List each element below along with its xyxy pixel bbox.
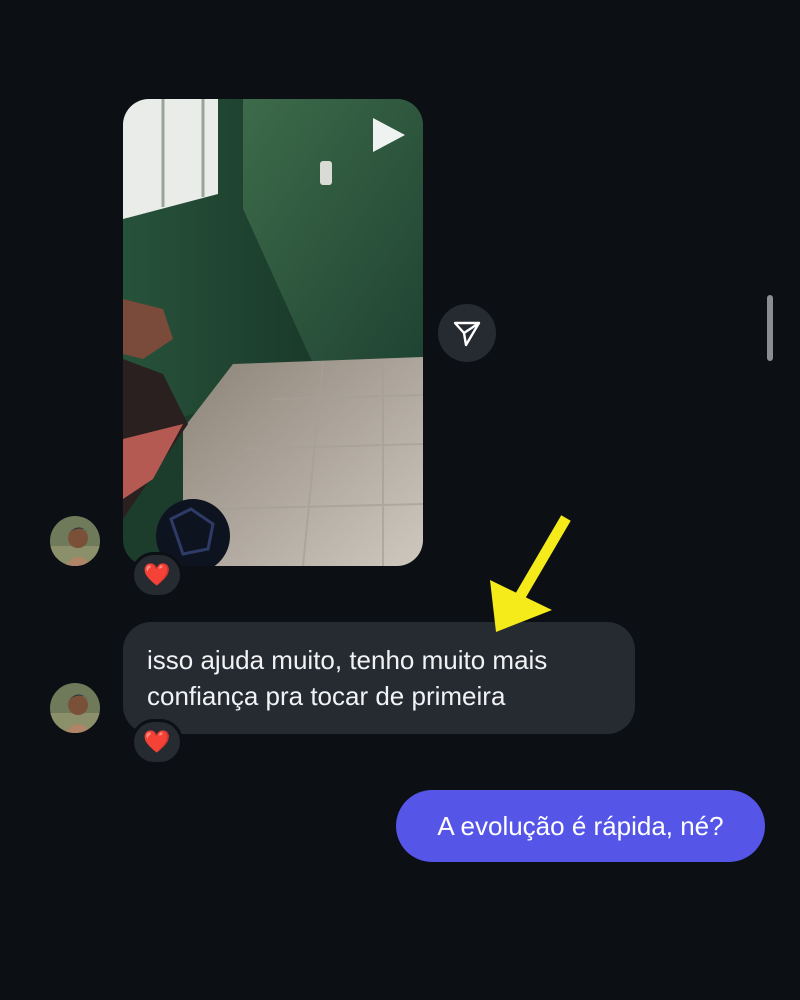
message-text-line-1: isso ajuda muito, tenho muito mais <box>147 645 548 675</box>
outgoing-message-bubble[interactable]: A evolução é rápida, né? <box>396 790 765 862</box>
heart-reaction[interactable]: ❤️ <box>131 552 183 598</box>
message-text: A evolução é rápida, né? <box>437 811 724 841</box>
avatar[interactable] <box>50 516 100 566</box>
profile-photo <box>50 683 100 733</box>
message-text-line-2: confiança pra tocar de primeira <box>147 681 506 711</box>
heart-icon: ❤️ <box>143 729 171 754</box>
video-frame-image <box>123 99 423 566</box>
heart-icon: ❤️ <box>143 562 171 587</box>
profile-photo <box>50 516 100 566</box>
send-icon <box>453 321 481 347</box>
dm-thread-screen: ❤️ isso ajuda muito, tenho muito mais co… <box>0 0 800 1000</box>
arrow-annotation-icon <box>490 515 571 632</box>
play-icon[interactable] <box>367 115 407 155</box>
video-message-thumbnail[interactable] <box>123 99 423 566</box>
avatar[interactable] <box>50 683 100 733</box>
share-button[interactable] <box>438 304 496 362</box>
heart-reaction[interactable]: ❤️ <box>131 719 183 765</box>
scrollbar-thumb[interactable] <box>767 295 773 361</box>
